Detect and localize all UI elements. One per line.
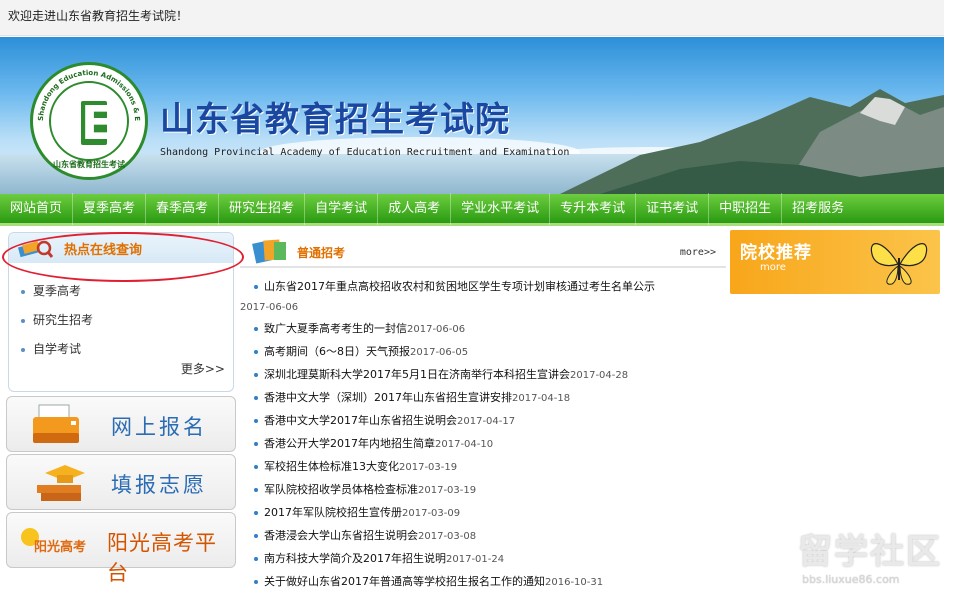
news-title: 深圳北理莫斯科大学2017年5月1日在济南举行本科招生宣讲会 <box>264 368 570 381</box>
nav-home[interactable]: 网站首页 <box>0 192 74 225</box>
news-title: 香港中文大学2017年山东省招生说明会 <box>264 414 457 427</box>
nav-upgrade-exam[interactable]: 专升本考试 <box>550 192 637 225</box>
bullet-icon <box>254 285 258 289</box>
bullet-icon <box>254 534 258 538</box>
news-date: 2017-03-08 <box>418 531 477 542</box>
books-icon <box>252 239 286 264</box>
sunshine-logo-text: 阳光高考 <box>34 539 86 555</box>
sunshine-platform-label: 阳光高考平台 <box>107 531 217 585</box>
bullet-icon <box>254 396 258 400</box>
news-section: 普通招考 more>> 山东省2017年重点高校招收农村和贫困地区学生专项计划审… <box>240 234 726 594</box>
news-item[interactable]: 南方科技大学简介及2017年招生说明2017-01-24 <box>240 548 726 571</box>
nav-graduate[interactable]: 研究生招考 <box>219 192 306 225</box>
news-title: 致广大夏季高考考生的一封信 <box>264 322 407 335</box>
news-item[interactable]: 致广大夏季高考考生的一封信2017-06-06 <box>240 318 726 341</box>
bullet-icon <box>254 373 258 377</box>
main-nav: 网站首页 夏季高考 春季高考 研究生招考 自学考试 成人高考 学业水平考试 专升… <box>0 192 944 226</box>
news-date: 2017-04-18 <box>512 393 571 404</box>
news-title: 香港中文大学（深圳）2017年山东省招生宣讲安排 <box>264 391 512 404</box>
news-item[interactable]: 香港中文大学（深圳）2017年山东省招生宣讲安排2017-04-18 <box>240 387 726 410</box>
news-date: 2017-04-17 <box>457 416 516 427</box>
news-title: 2017年军队院校招生宣传册 <box>264 506 402 519</box>
news-title: 军队院校招收学员体格检查标准 <box>264 483 418 496</box>
welcome-bar: 欢迎走进山东省教育招生考试院！ <box>0 0 944 36</box>
news-date: 2017-06-05 <box>410 347 469 358</box>
printer-icon <box>33 404 79 443</box>
recommend-more: more <box>760 262 786 273</box>
welcome-text: 欢迎走进山东省教育招生考试院！ <box>8 9 189 23</box>
nav-adult-exam[interactable]: 成人高考 <box>378 192 452 225</box>
bullet-icon <box>254 327 258 331</box>
news-item[interactable]: 高考期间（6～8日）天气预报2017-06-05 <box>240 341 726 364</box>
news-title: 香港浸会大学山东省招生说明会 <box>264 529 418 542</box>
online-registration-button[interactable]: 网上报名 <box>6 396 236 452</box>
watermark-text: 留学社区 <box>798 532 942 572</box>
news-date: 2017-03-19 <box>399 462 458 473</box>
news-item[interactable]: 军队院校招收学员体格检查标准2017-03-19 <box>240 479 726 502</box>
site-subtitle: Shandong Provincial Academy of Education… <box>160 147 570 158</box>
nav-vocational[interactable]: 中职招生 <box>709 192 783 225</box>
news-date: 2017-04-10 <box>435 439 494 450</box>
academy-logo: Shandong Education Admissions & Examinat… <box>30 62 148 180</box>
news-item[interactable]: 山东省2017年重点高校招收农村和贫困地区学生专项计划审核通过考生名单公示 201… <box>240 277 726 318</box>
bullet-icon <box>254 488 258 492</box>
apply-choices-label: 填报志愿 <box>111 473 207 497</box>
news-item[interactable]: 香港中文大学2017年山东省招生说明会2017-04-17 <box>240 410 726 433</box>
news-date: 2017-01-24 <box>446 554 505 565</box>
bullet-icon <box>254 511 258 515</box>
news-item[interactable]: 关于做好山东省2017年普通高等学校招生报名工作的通知2016-10-31 <box>240 571 726 594</box>
nav-services[interactable]: 招考服务 <box>782 193 854 225</box>
news-item[interactable]: 2017年军队院校招生宣传册2017-03-09 <box>240 502 726 525</box>
watermark-url: bbs.liuxue86.com <box>802 573 900 586</box>
news-date: 2017-06-06 <box>407 324 466 335</box>
news-date: 2017-04-28 <box>570 370 629 381</box>
online-registration-label: 网上报名 <box>111 415 207 439</box>
section-more-link[interactable]: more>> <box>680 247 716 258</box>
news-date: 2016-10-31 <box>545 577 604 588</box>
bullet-icon <box>254 350 258 354</box>
news-item[interactable]: 深圳北理莫斯科大学2017年5月1日在济南举行本科招生宣讲会2017-04-28 <box>240 364 726 387</box>
butterfly-icon <box>870 243 928 285</box>
nav-spring-exam[interactable]: 春季高考 <box>146 192 220 225</box>
bullet-icon <box>254 419 258 423</box>
nav-self-study[interactable]: 自学考试 <box>305 192 379 225</box>
nav-certificate[interactable]: 证书考试 <box>636 192 710 225</box>
graduation-cap-icon <box>37 465 85 501</box>
watermark: 留学社区 bbs.liuxue86.com <box>798 524 958 586</box>
sunshine-logo-icon: 阳光高考 <box>21 528 86 555</box>
site-banner: Shandong Education Admissions & Examinat… <box>0 37 944 194</box>
sunshine-platform-button[interactable]: 阳光高考 阳光高考平台 <box>6 512 236 585</box>
news-date: 2017-03-19 <box>418 485 477 496</box>
news-title: 山东省2017年重点高校招收农村和贫困地区学生专项计划审核通过考生名单公示 <box>264 280 655 293</box>
highlight-oval <box>2 232 244 282</box>
logo-letter: E <box>81 96 113 150</box>
nav-summer-exam[interactable]: 夏季高考 <box>73 192 147 225</box>
nav-academic-level[interactable]: 学业水平考试 <box>451 192 551 225</box>
bullet-icon <box>254 465 258 469</box>
query-more-link[interactable]: 更多>> <box>181 360 225 377</box>
bullet-icon <box>254 557 258 561</box>
news-title: 军校招生体检标准13大变化 <box>264 460 399 473</box>
news-title: 南方科技大学简介及2017年招生说明 <box>264 552 446 565</box>
logo-bottom-text: 山东省教育招生考试 <box>53 160 125 169</box>
news-list: 山东省2017年重点高校招收农村和贫困地区学生专项计划审核通过考生名单公示 201… <box>240 277 726 594</box>
news-title: 高考期间（6～8日）天气预报 <box>264 345 410 358</box>
bullet-icon <box>254 442 258 446</box>
news-item[interactable]: 香港公开大学2017年内地招生简章2017-04-10 <box>240 433 726 456</box>
recommend-title: 院校推荐 <box>740 243 812 263</box>
news-title: 关于做好山东省2017年普通高等学校招生报名工作的通知 <box>264 575 545 588</box>
site-title: 山东省教育招生考试院 <box>160 100 510 140</box>
apply-choices-button[interactable]: 填报志愿 <box>6 454 236 510</box>
news-date: 2017-06-06 <box>240 302 299 313</box>
news-item[interactable]: 军校招生体检标准13大变化2017-03-19 <box>240 456 726 479</box>
news-item[interactable]: 香港浸会大学山东省招生说明会2017-03-08 <box>240 525 726 548</box>
section-title: 普通招考 <box>297 246 346 260</box>
news-title: 香港公开大学2017年内地招生简章 <box>264 437 435 450</box>
bullet-icon <box>254 580 258 584</box>
query-item-graduate[interactable]: 研究生招考 <box>21 306 233 335</box>
school-recommend-banner[interactable]: 院校推荐 more <box>730 230 940 294</box>
news-date: 2017-03-09 <box>402 508 461 519</box>
